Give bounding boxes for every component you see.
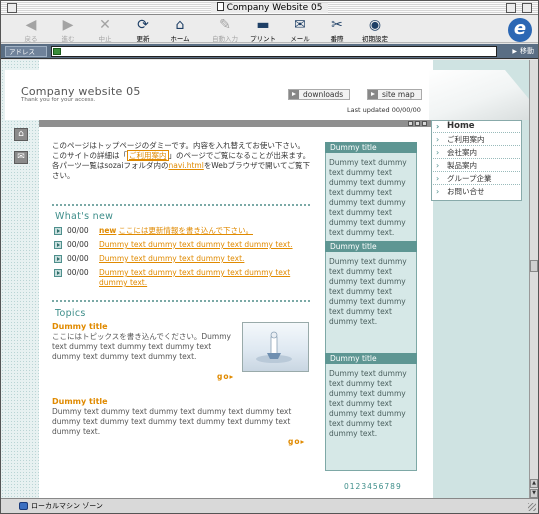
target-icon: ◉ [368,17,382,33]
security-zone: ローカルマシン ゾーン [31,502,103,510]
scroll-thumb[interactable] [530,260,538,272]
site-subtitle: Thank you for your access. [21,97,96,103]
go-arrow-icon: ▸ [300,437,306,446]
window-title: Company Website 05 [226,3,323,13]
address-input[interactable] [51,46,497,57]
status-bar: ローカルマシン ゾーン [1,498,538,513]
back-button[interactable]: ◀ 戻る [12,17,50,43]
topic-heading: Dummy title [52,322,108,331]
stop-button[interactable]: ✕ 中止 [86,17,124,43]
intro-navi-link[interactable]: navi.html [168,161,203,170]
header-divider-bar [39,120,433,127]
news-bullet-icon [54,269,62,277]
middle-box-text: Dummy text dummy text dummy text dummy t… [329,369,407,438]
page-favicon-icon [53,48,61,55]
mail-button[interactable]: ✉ メール [281,17,319,43]
chevron-icon: › [436,135,440,144]
middle-box-text: Dummy text dummy text dummy text dummy t… [329,257,407,326]
home-button[interactable]: ⌂ ホーム [161,17,199,43]
refresh-button[interactable]: ⟳ 更新 [124,17,162,43]
title-bar[interactable]: Company Website 05 [1,1,538,15]
news-bullet-icon [54,227,62,235]
topic-photo [242,322,309,372]
mail-icon: ✉ [294,17,306,33]
page-viewport: Company website 05 Thank you for your ac… [1,60,529,498]
browser-logo-icon: e [508,18,532,42]
browser-window: Company Website 05 ◀ 戻る ▶ 進む ✕ 中止 ⟳ 更新 ⌂ ホーム … [0,0,539,514]
middle-box-title: Dummy title [325,142,417,153]
middle-box-text: Dummy text dummy text dummy text dummy t… [329,158,407,237]
news-link[interactable]: ここには更新情報を書き込んで下さい。 [118,226,253,235]
news-bullet-icon [54,255,62,263]
collapse-box[interactable] [522,3,532,13]
computer-zone-icon [19,502,28,510]
topic-go-link[interactable]: go▸ [217,372,234,381]
chevron-icon: › [436,161,440,170]
topics-title: Topics [55,308,86,319]
forward-button[interactable]: ▶ 進む [49,17,87,43]
topic-body: ここにはトピックスを書き込んでください。Dummy text dummy tex… [52,332,231,361]
nav-item-contact[interactable]: › お問い合せ [433,185,520,198]
nav-item-guide[interactable]: › ご利用案内 [433,133,520,146]
news-link[interactable]: Dummy text dummy text dummy text dummy t… [99,240,311,250]
nav-item-home[interactable]: › Home [433,120,520,133]
chevron-icon: › [436,122,440,131]
tools-icon: ✂ [331,17,343,33]
chevron-icon: › [436,174,440,183]
middle-box-title: Dummy title [325,353,417,364]
whats-new-title: What's new [55,211,114,222]
autofill-icon: ✎ [219,17,231,33]
go-arrow-icon: ▸ [229,372,235,381]
topic-go-link[interactable]: go▸ [288,437,305,446]
home-shortcut-icon[interactable]: ⌂ [14,128,28,141]
topic-heading: Dummy title [52,397,108,406]
home-icon: ⌂ [175,17,185,33]
print-button[interactable]: ▬ プリント [244,17,282,43]
news-link[interactable]: Dummy text dummy text dummy text. [99,254,311,264]
refresh-icon: ⟳ [137,17,149,33]
forward-arrow-icon: ▶ [62,17,74,33]
initial-settings-button[interactable]: ◉ 初期設定 [356,17,394,43]
back-arrow-icon: ◀ [25,17,37,33]
chevron-icon: › [436,187,440,196]
downloads-button[interactable]: downloads [288,89,351,100]
scroll-down-arrow-icon[interactable]: ▼ [530,489,538,498]
intro-text: このページはトップページのダミーです。内容を入れ替えてお使い下さい。このサイトの… [52,141,311,180]
mini-square-icon [415,121,420,126]
autofill-button[interactable]: ✎ 自動入力 [206,17,244,43]
footer-text: 0123456789 [344,482,402,491]
address-label: アドレス [5,46,47,57]
scroll-up-arrow-icon[interactable]: ▲ [530,479,538,488]
address-bar: アドレス 移動 [1,44,538,59]
vertical-scrollbar[interactable]: ▲ ▼ [529,60,538,498]
nav-item-company[interactable]: › 会社案内 [433,146,520,159]
nav-item-products[interactable]: › 製品案内 [433,159,520,172]
section-divider [52,300,310,302]
section-divider [52,204,310,206]
mini-square-icon [422,121,427,126]
stop-icon: ✕ [99,17,111,33]
topic-body: Dummy text dummy text dummy text dummy t… [52,407,292,436]
zoom-box[interactable] [506,3,516,13]
nav-item-group[interactable]: › グループ企業 [433,172,520,185]
chevron-icon: › [436,148,440,157]
mail-shortcut-icon[interactable]: ✉ [14,151,28,164]
go-button[interactable]: 移動 [502,46,534,57]
resize-grip-icon[interactable] [528,503,536,511]
news-bullet-icon [54,241,62,249]
middle-box-title: Dummy title [325,241,417,252]
news-link[interactable]: Dummy text dummy text dummy text dummy t… [99,268,311,288]
printer-icon: ▬ [256,17,270,33]
intro-guide-link[interactable]: ご利用案内 [127,150,169,161]
mini-square-icon [408,121,413,126]
site-map-button[interactable]: site map [367,89,422,100]
last-updated: Last updated 00/00/00 [347,106,421,114]
preferences-button[interactable]: ✂ 番際 [318,17,356,43]
browser-toolbar: ◀ 戻る ▶ 進む ✕ 中止 ⟳ 更新 ⌂ ホーム ✎ 自動入力 ▬ プリント ✉ メール ✂ 番… [1,15,538,43]
left-pattern-strip [1,60,39,498]
new-badge: new [99,226,117,235]
document-icon [216,2,224,11]
